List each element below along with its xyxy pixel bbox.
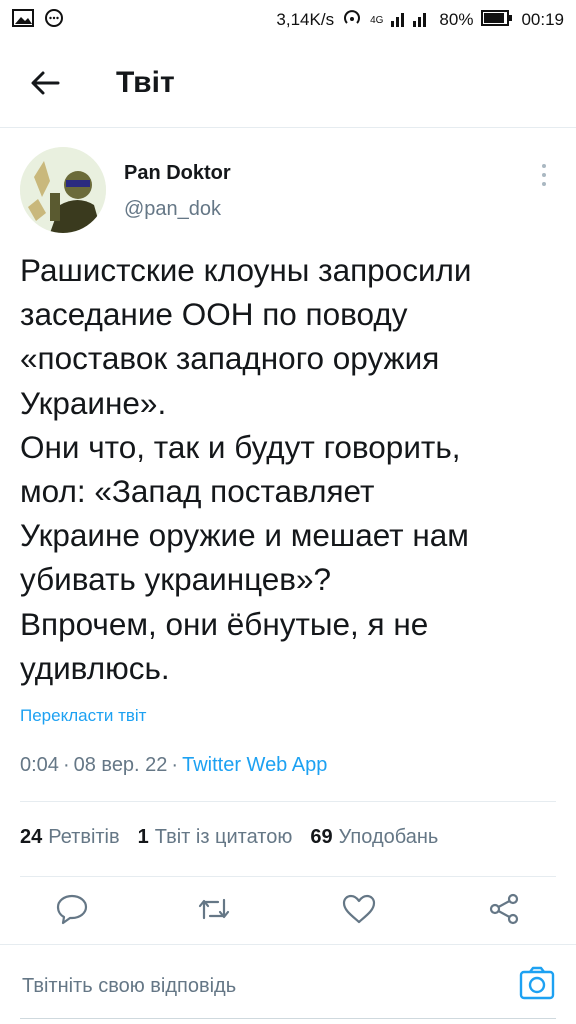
tweet-meta: 0:04 · 08 вер. 22 · Twitter Web App (20, 754, 327, 777)
avatar[interactable] (20, 147, 106, 233)
divider (20, 876, 556, 877)
network-type: 4G (370, 14, 384, 26)
battery-percent: 80% (439, 10, 474, 29)
tweet-stats: 24 Ретвітів 1 Твіт із цитатою 69 Уподобань (20, 826, 438, 849)
chat-bubble-icon (44, 8, 64, 33)
more-dot (542, 182, 546, 186)
like-button[interactable] (342, 894, 376, 928)
reply-bar: Твітніть свою відповідь (0, 944, 576, 1024)
likes-count: 69 (310, 826, 333, 848)
author-name[interactable]: Pan Doktor (124, 162, 231, 185)
camera-button[interactable] (518, 966, 556, 1004)
battery-icon (481, 9, 513, 31)
retweet-button[interactable] (197, 894, 231, 928)
clock: 00:19 (521, 10, 564, 29)
likes-label: Уподобань (338, 826, 439, 848)
tweet-actions (0, 880, 576, 944)
quotes-count: 1 (137, 826, 149, 848)
retweet-icon (196, 894, 232, 929)
share-icon (487, 893, 521, 930)
tweet-date: 08 вер. 22 (73, 754, 168, 776)
meta-separator: · (171, 754, 179, 776)
like-icon (342, 894, 376, 929)
status-bar: 3,14K/s 4G 80% 00:19 (0, 0, 576, 40)
author-handle[interactable]: @pan_dok (124, 198, 221, 221)
reply-input[interactable]: Твітніть свою відповідь (22, 975, 236, 998)
camera-icon (519, 966, 555, 1005)
status-right: 3,14K/s 4G 80% 00:19 (276, 8, 564, 33)
status-left (12, 8, 64, 33)
more-dot (542, 173, 546, 177)
tweet-time: 0:04 (20, 754, 59, 776)
retweets-count: 24 (20, 826, 43, 848)
back-button[interactable] (28, 68, 62, 102)
page-title: Твіт (116, 66, 175, 99)
reply-icon (55, 893, 89, 930)
reply-underline (20, 1018, 556, 1019)
tweet-text: Рашистские клоуны запросили заседание ОО… (20, 252, 472, 686)
image-icon (12, 8, 34, 32)
retweets-label: Ретвітів (48, 826, 120, 848)
tweet-source-link[interactable]: Twitter Web App (182, 754, 327, 776)
more-options-button[interactable] (532, 160, 556, 190)
hotspot-icon (342, 8, 362, 33)
quotes-stat[interactable]: 1 Твіт із цитатою (138, 826, 293, 849)
app-header: Твіт (0, 40, 576, 128)
retweets-stat[interactable]: 24 Ретвітів (20, 826, 120, 849)
network-speed: 3,14K/s (276, 10, 335, 29)
arrow-left-icon (30, 70, 60, 101)
more-dot (542, 164, 546, 168)
quotes-label: Твіт із цитатою (154, 826, 293, 848)
likes-stat[interactable]: 69 Уподобань (310, 826, 438, 849)
share-button[interactable] (487, 893, 521, 930)
reply-button[interactable] (55, 894, 89, 928)
translate-tweet-link[interactable]: Перекласти твіт (20, 706, 146, 726)
meta-separator: · (62, 754, 70, 776)
divider (20, 801, 556, 802)
signal-icon (391, 9, 431, 32)
